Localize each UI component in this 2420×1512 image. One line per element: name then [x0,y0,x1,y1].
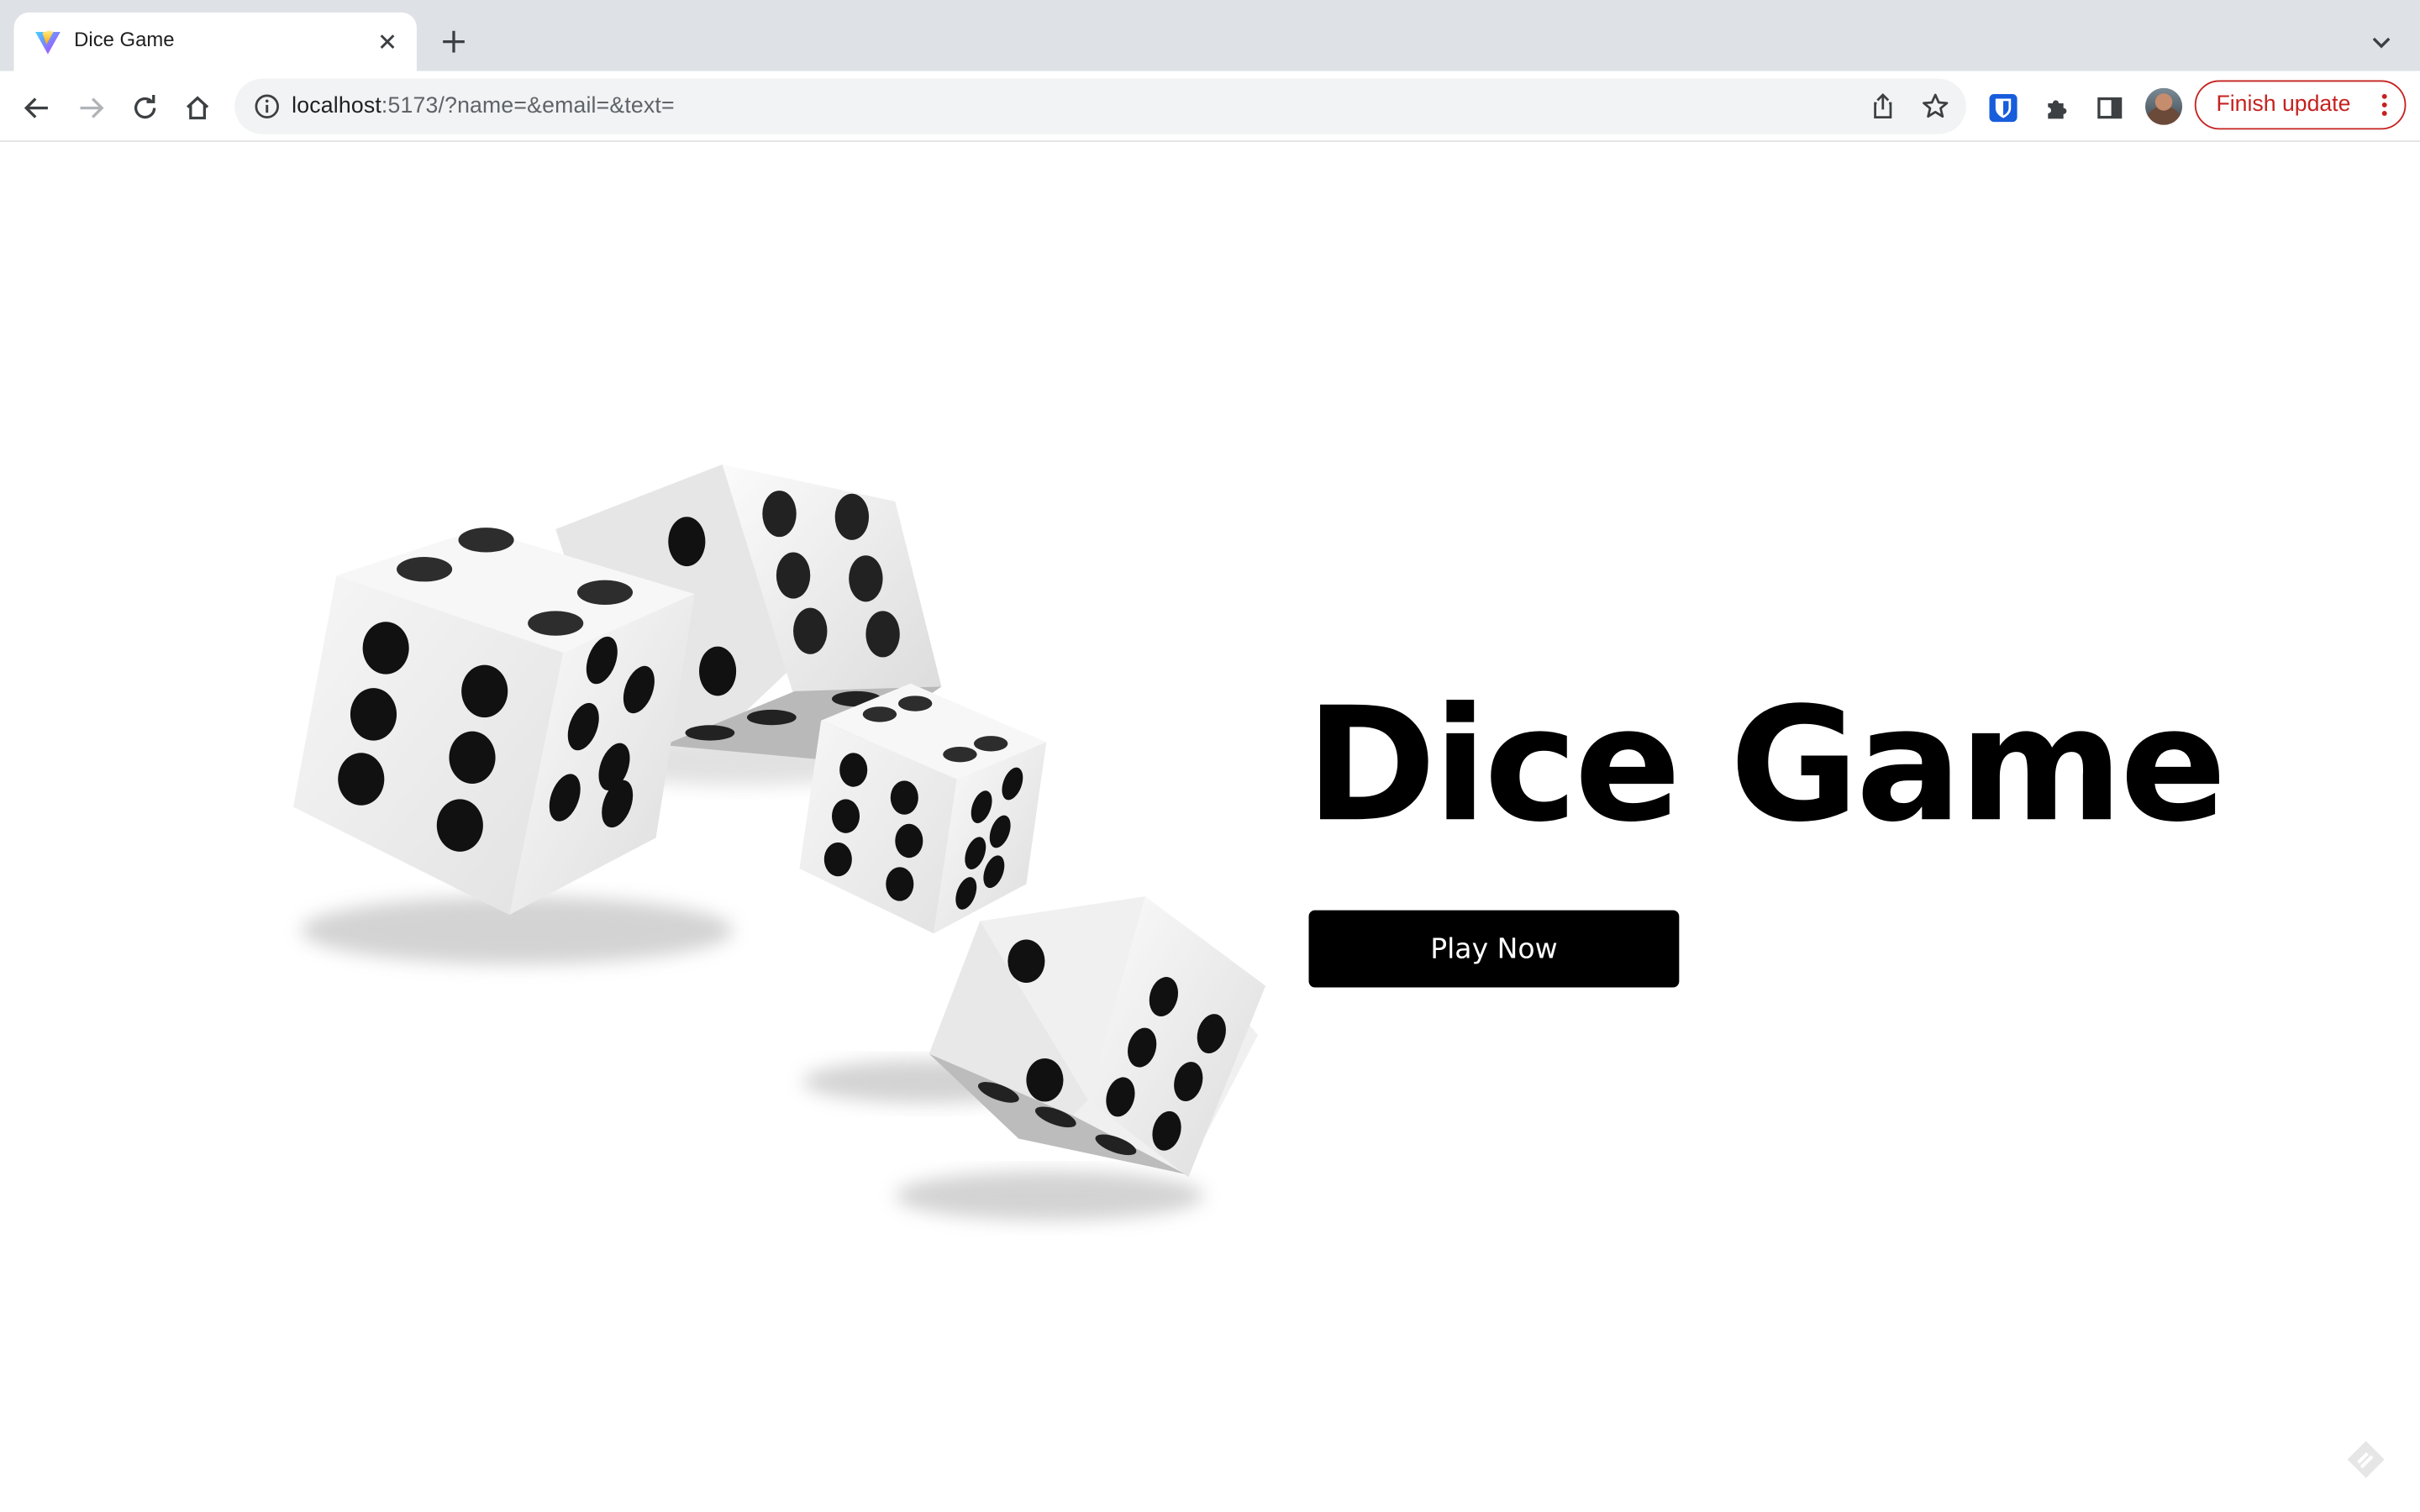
reload-button[interactable] [124,87,166,129]
browser-toolbar: localhost:5173/?name=&email=&text= Finis… [0,71,2420,142]
tab-title: Dice Game [74,28,175,51]
address-bar[interactable]: localhost:5173/?name=&email=&text= [234,78,1966,134]
arrow-left-icon [24,97,48,118]
play-now-button[interactable]: Play Now [1308,910,1680,988]
forward-button[interactable] [70,87,113,129]
page-title: Dice Game [1305,674,2227,858]
die-large [292,528,734,964]
feedback-icon[interactable] [2343,1436,2389,1483]
share-icon[interactable] [1867,91,1898,122]
chevron-down-icon[interactable] [2365,24,2398,58]
die-bottom [895,896,1266,1221]
side-panel-icon [2097,97,2123,119]
url-text[interactable]: localhost:5173/?name=&email=&text= [292,94,675,118]
extensions-button[interactable] [2036,87,2079,129]
home-button[interactable] [176,87,218,129]
home-icon [187,96,209,120]
info-icon[interactable] [253,92,281,120]
reload-icon [134,94,156,119]
new-tab-button[interactable] [435,24,472,60]
browser-tab[interactable]: Dice Game [13,12,417,71]
more-vert-icon [2381,93,2387,116]
bitwarden-icon [1989,94,2018,123]
finish-update-label: Finish update [2216,92,2351,118]
arrow-right-icon [80,97,104,118]
finish-update-button[interactable]: Finish update [2194,80,2407,130]
puzzle-icon [2048,100,2067,119]
close-icon[interactable] [372,26,403,57]
url-path: :5173/?name=&email=&text= [381,94,675,119]
star-icon[interactable] [1920,91,1951,122]
back-button[interactable] [15,87,58,129]
vite-logo-icon [35,30,60,55]
profile-avatar[interactable] [2145,87,2183,125]
bitwarden-extension-button[interactable] [1981,87,2024,129]
url-host: localhost [292,94,381,119]
dice-illustration [292,464,1266,1221]
tab-strip: Dice Game [0,0,2420,71]
page-content: Dice Game Play Now [0,143,2420,1512]
side-panel-button[interactable] [2088,87,2131,129]
